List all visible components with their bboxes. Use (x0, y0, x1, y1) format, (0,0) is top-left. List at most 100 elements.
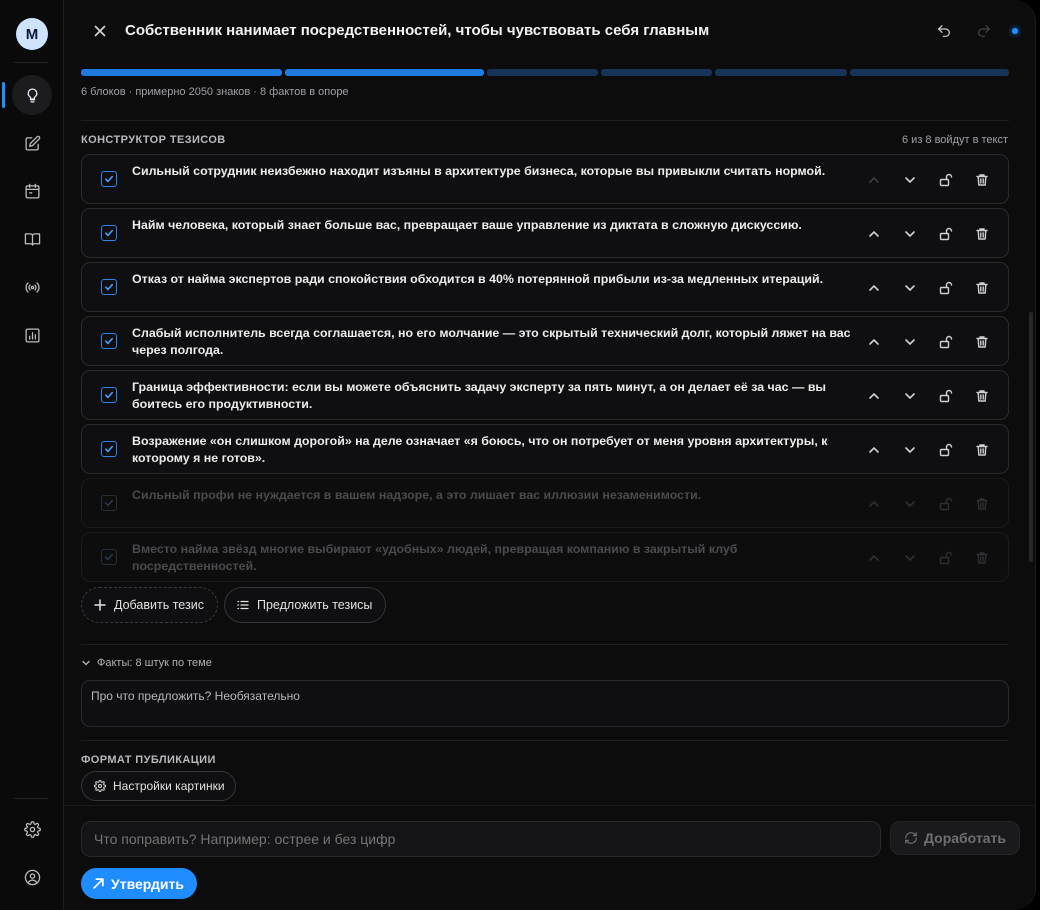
constructor-label: КОНСТРУКТОР ТЕЗИСОВ (81, 134, 226, 146)
move-up-button[interactable] (864, 386, 884, 406)
trash-icon (975, 551, 989, 565)
lock-button[interactable] (936, 224, 956, 244)
lock-button[interactable] (936, 386, 956, 406)
rail-item-broadcast[interactable] (12, 267, 52, 307)
move-down-button[interactable] (900, 332, 920, 352)
thesis-checkbox[interactable] (101, 171, 117, 187)
move-up-button[interactable] (864, 440, 884, 460)
move-down-button[interactable] (900, 548, 920, 568)
delete-button[interactable] (972, 224, 992, 244)
thesis-card[interactable]: Возражение «он слишком дорогой» на деле … (81, 424, 1009, 474)
chevron-down-icon (903, 389, 917, 403)
avatar[interactable]: M (16, 18, 48, 50)
image-settings-label: Настройки картинки (113, 779, 225, 793)
unlock-icon (939, 389, 953, 403)
move-down-button[interactable] (900, 494, 920, 514)
scrollbar[interactable] (1029, 312, 1033, 562)
chevron-down-icon (82, 660, 90, 666)
move-down-button[interactable] (900, 440, 920, 460)
lock-button[interactable] (936, 548, 956, 568)
move-up-button[interactable] (864, 170, 884, 190)
redo-icon (978, 25, 990, 37)
move-down-button[interactable] (900, 170, 920, 190)
unlock-icon (939, 281, 953, 295)
approve-button[interactable]: Утвердить (81, 868, 197, 899)
rail-divider (14, 62, 48, 63)
rail-item-library[interactable] (12, 219, 52, 259)
progress-segment (715, 69, 847, 76)
plus-icon (94, 599, 106, 611)
chevron-down-icon (903, 497, 917, 511)
thesis-checkbox[interactable] (101, 333, 117, 349)
move-up-button[interactable] (864, 548, 884, 568)
editor-panel: Собственник нанимает посредственностей, … (64, 0, 1036, 910)
check-icon (104, 282, 114, 292)
thesis-text: Найм человека, который знает больше вас,… (132, 218, 802, 232)
check-icon (104, 336, 114, 346)
thesis-card[interactable]: Граница эффективности: если вы можете об… (81, 370, 1009, 420)
move-up-button[interactable] (864, 332, 884, 352)
thesis-card[interactable]: Найм человека, который знает больше вас,… (81, 208, 1009, 258)
lock-button[interactable] (936, 494, 956, 514)
refine-button[interactable]: Доработать (890, 821, 1020, 855)
facts-toggle[interactable]: Факты: 8 штук по теме (81, 657, 212, 669)
divider (81, 120, 1009, 121)
bar-chart-icon (24, 327, 40, 343)
add-thesis-button[interactable]: Добавить тезис (81, 587, 218, 623)
delete-button[interactable] (972, 494, 992, 514)
progress-segment (81, 69, 282, 76)
progress-segment (285, 69, 484, 76)
progress-segment (850, 69, 1009, 76)
suggest-theses-label: Предложить тезисы (257, 598, 373, 612)
thesis-checkbox[interactable] (101, 279, 117, 295)
delete-button[interactable] (972, 278, 992, 298)
check-icon (104, 174, 114, 184)
delete-button[interactable] (972, 386, 992, 406)
chevron-up-icon (867, 443, 881, 457)
rail-item-editor[interactable] (12, 123, 52, 163)
thesis-checkbox[interactable] (101, 549, 117, 565)
move-up-button[interactable] (864, 494, 884, 514)
close-button[interactable] (90, 21, 110, 41)
delete-button[interactable] (972, 332, 992, 352)
move-down-button[interactable] (900, 278, 920, 298)
rail-item-ideas[interactable] (12, 75, 52, 115)
suggest-theses-button[interactable]: Предложить тезисы (224, 587, 387, 623)
close-icon (94, 25, 106, 37)
thesis-checkbox[interactable] (101, 387, 117, 403)
refresh-icon (905, 832, 917, 844)
move-up-button[interactable] (864, 278, 884, 298)
rail-item-calendar[interactable] (12, 171, 52, 211)
move-up-button[interactable] (864, 224, 884, 244)
undo-button[interactable] (934, 21, 954, 41)
thesis-card[interactable]: Сильный профи не нуждается в вашем надзо… (81, 478, 1009, 528)
suggest-topic-input[interactable]: Про что предложить? Необязательно (81, 680, 1009, 727)
revision-input[interactable] (81, 821, 881, 857)
thesis-card[interactable]: Сильный сотрудник неизбежно находит изъя… (81, 154, 1009, 204)
move-down-button[interactable] (900, 386, 920, 406)
lock-button[interactable] (936, 332, 956, 352)
rail-item-analytics[interactable] (12, 315, 52, 355)
thesis-card[interactable]: Слабый исполнитель всегда соглашается, н… (81, 316, 1009, 366)
gear-icon (94, 780, 106, 792)
redo-button[interactable] (974, 21, 994, 41)
move-down-button[interactable] (900, 224, 920, 244)
progress-summary: 6 блоков · примерно 2050 знаков · 8 факт… (81, 86, 349, 98)
delete-button[interactable] (972, 548, 992, 568)
thesis-card[interactable]: Отказ от найма экспертов ради спокойстви… (81, 262, 1009, 312)
chevron-down-icon (903, 335, 917, 349)
refine-label: Доработать (924, 830, 1006, 846)
lock-button[interactable] (936, 170, 956, 190)
thesis-checkbox[interactable] (101, 495, 117, 511)
delete-button[interactable] (972, 170, 992, 190)
delete-button[interactable] (972, 440, 992, 460)
thesis-checkbox[interactable] (101, 441, 117, 457)
thesis-card[interactable]: Вместо найма звёзд многие выбирают «удоб… (81, 532, 1009, 582)
composer-bar: Доработать Утвердить (64, 805, 1035, 910)
image-settings-button[interactable]: Настройки картинки (81, 771, 236, 801)
thesis-checkbox[interactable] (101, 225, 117, 241)
lock-button[interactable] (936, 278, 956, 298)
rail-item-settings[interactable] (12, 809, 52, 849)
lock-button[interactable] (936, 440, 956, 460)
rail-item-profile[interactable] (12, 857, 52, 897)
